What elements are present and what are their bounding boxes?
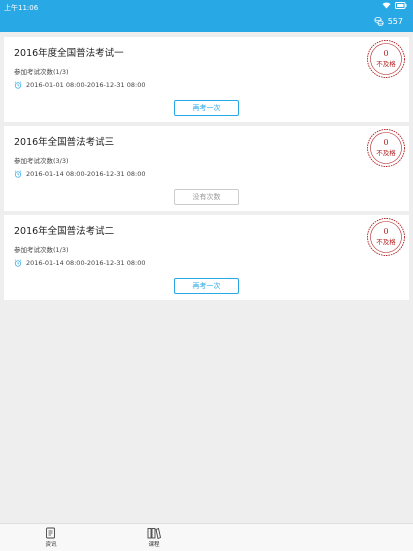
status-bar: 上午11:06 [0,0,413,14]
system-icons [382,2,407,9]
retake-exam-button[interactable]: 再考一次 [174,100,239,116]
stamp-status: 不及格 [376,59,396,68]
exam-title: 2016年全国普法考试三 [14,137,115,148]
retake-exam-button[interactable]: 再考一次 [174,278,239,294]
battery-icon [395,2,407,9]
failed-stamp-icon: 0 不及格 [367,218,405,256]
app-bar: 557 [0,14,413,32]
status-time: 上午11:06 [4,4,39,12]
books-icon [147,527,161,539]
alarm-clock-icon [14,170,22,178]
exam-dates: 2016-01-01 08:00-2016-12-31 08:00 [14,81,146,89]
wifi-icon [382,2,391,9]
alarm-clock-icon [14,259,22,267]
failed-stamp-icon: 0 不及格 [367,40,405,78]
stamp-status: 不及格 [376,148,396,157]
tab-courses[interactable]: 课程 [134,527,174,548]
exam-card[interactable]: 2016年全国普法考试三 参加考试次数(3/3) 2016-01-14 08:0… [4,126,409,211]
no-attempts-button[interactable]: 没有次数 [174,189,239,205]
exam-date-range: 2016-01-01 08:00-2016-12-31 08:00 [26,81,146,89]
exam-title: 2016年全国普法考试二 [14,226,115,237]
coin-balance[interactable]: 557 [374,16,403,26]
exam-dates: 2016-01-14 08:00-2016-12-31 08:00 [14,259,146,267]
coin-stack-icon [374,17,384,26]
bottom-tab-bar: 资讯 课程 [0,523,413,551]
exam-attempts: 参加考试次数(1/3) [14,246,69,254]
alarm-clock-icon [14,81,22,89]
exam-title: 2016年度全国普法考试一 [14,48,124,59]
failed-stamp-icon: 0 不及格 [367,129,405,167]
stamp-score: 0 [383,227,388,236]
exam-date-range: 2016-01-14 08:00-2016-12-31 08:00 [26,170,146,178]
exam-attempts: 参加考试次数(1/3) [14,68,69,76]
coin-count: 557 [387,16,403,26]
stamp-score: 0 [383,49,388,58]
exam-card[interactable]: 2016年全国普法考试二 参加考试次数(1/3) 2016-01-14 08:0… [4,215,409,300]
tab-news[interactable]: 资讯 [31,527,71,548]
tab-news-label: 资讯 [45,542,57,548]
stamp-status: 不及格 [376,237,396,246]
stamp-score: 0 [383,138,388,147]
exam-date-range: 2016-01-14 08:00-2016-12-31 08:00 [26,259,146,267]
exam-dates: 2016-01-14 08:00-2016-12-31 08:00 [14,170,146,178]
tab-courses-label: 课程 [148,542,160,548]
exam-attempts: 参加考试次数(3/3) [14,157,69,165]
news-icon [46,527,55,539]
exam-card[interactable]: 2016年度全国普法考试一 参加考试次数(1/3) 2016-01-01 08:… [4,37,409,122]
